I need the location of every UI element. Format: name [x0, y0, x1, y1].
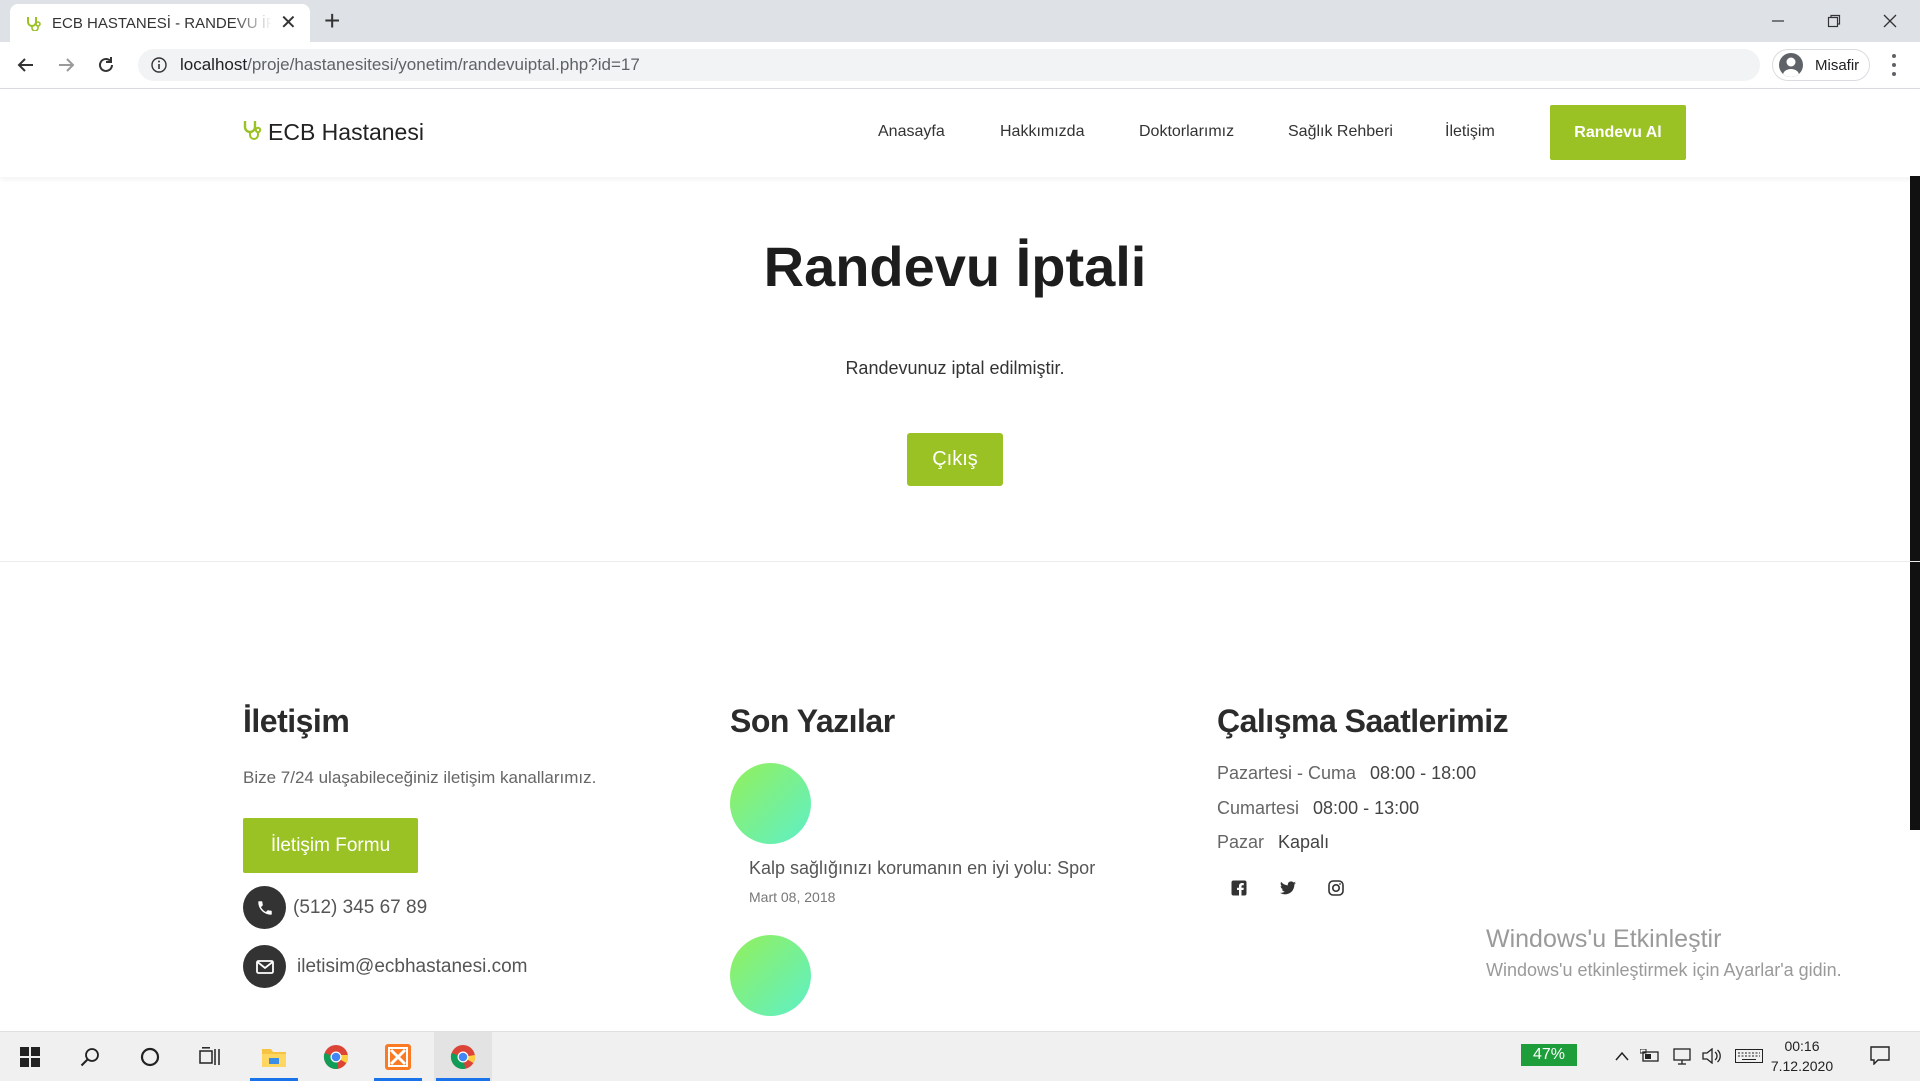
nav-anasayfa[interactable]: Anasayfa: [878, 123, 945, 141]
nav-hakkimizda[interactable]: Hakkımızda: [1000, 123, 1084, 141]
email-address[interactable]: iletisim@ecbhastanesi.com: [297, 956, 528, 978]
battery-meter[interactable]: 47%: [1521, 1044, 1577, 1066]
show-hidden-icons-icon[interactable]: [1612, 1046, 1632, 1066]
tab-title: ECB HASTANESİ - RANDEVU İPTALİ: [52, 14, 272, 32]
hours-day: Pazartesi - Cuma: [1217, 763, 1357, 783]
profile-label: Misafir: [1815, 56, 1860, 74]
stethoscope-icon: [242, 119, 262, 146]
keyboard-icon[interactable]: [1734, 1046, 1764, 1066]
exit-button[interactable]: Çıkış: [907, 433, 1003, 486]
randevu-al-button[interactable]: Randevu Al: [1550, 105, 1686, 160]
activation-watermark-title: Windows'u Etkinleştir: [1486, 925, 1722, 953]
hours-day: Cumartesi: [1217, 798, 1300, 818]
site-header: ECB Hastanesi Anasayfa Hakkımızda Doktor…: [0, 89, 1920, 177]
post-thumbnail[interactable]: [730, 935, 811, 1016]
browser-tab[interactable]: ECB HASTANESİ - RANDEVU İPTALİ ✕: [10, 4, 310, 42]
address-bar[interactable]: localhost/proje/hastanesitesi/yonetim/ra…: [138, 49, 1760, 81]
reload-icon[interactable]: [92, 51, 120, 79]
search-icon[interactable]: [64, 1032, 116, 1081]
url-path: /proje/hastanesitesi/yonetim/randevuipta…: [247, 55, 640, 74]
hours-time: 08:00 - 13:00: [1313, 798, 1420, 818]
minimize-icon[interactable]: [1750, 0, 1806, 42]
url-host: localhost: [180, 55, 248, 74]
twitter-icon[interactable]: [1278, 878, 1298, 898]
phone-icon: [243, 886, 286, 929]
restore-icon[interactable]: [1806, 0, 1862, 42]
browser-toolbar: localhost/proje/hastanesitesi/yonetim/ra…: [0, 42, 1920, 89]
facebook-icon[interactable]: [1229, 878, 1249, 898]
chrome-active-icon[interactable]: [434, 1032, 492, 1081]
right-edge-bar: [1910, 176, 1920, 830]
cortana-icon[interactable]: [124, 1032, 176, 1081]
contact-heading: İletişim: [243, 703, 350, 739]
post-title[interactable]: Kalp sağlığınızı korumanın en iyi yolu: …: [749, 858, 1095, 879]
chrome-icon[interactable]: [310, 1032, 362, 1081]
hours-heading: Çalışma Saatlerimiz: [1217, 703, 1509, 739]
window-close-icon[interactable]: [1862, 0, 1918, 42]
hours-row: Pazartesi - Cuma 08:00 - 18:00: [1217, 763, 1476, 784]
nav-iletisim[interactable]: İletişim: [1445, 123, 1495, 141]
guest-avatar-icon: [1779, 53, 1803, 77]
hours-row: Cumartesi 08:00 - 13:00: [1217, 798, 1419, 819]
hours-time: 08:00 - 18:00: [1370, 763, 1477, 783]
file-explorer-icon[interactable]: [248, 1032, 300, 1081]
cancel-message: Randevunuz iptal edilmiştir.: [845, 358, 1065, 378]
forward-arrow-icon[interactable]: [52, 51, 80, 79]
hours-time: Kapalı: [1278, 832, 1330, 852]
profile-button[interactable]: Misafir: [1772, 49, 1870, 81]
taskbar-clock[interactable]: 00:16 7.12.2020: [1762, 1036, 1842, 1076]
contact-description: Bize 7/24 ulaşabileceğiniz iletişim kana…: [243, 768, 597, 787]
contact-form-button[interactable]: İletişim Formu: [243, 818, 418, 873]
post-date: Mart 08, 2018: [749, 889, 836, 905]
phone-number[interactable]: (512) 345 67 89: [293, 897, 427, 919]
brand-name: ECB Hastanesi: [268, 119, 424, 145]
site-logo[interactable]: ECB Hastanesi: [242, 119, 424, 146]
windows-start-icon[interactable]: [4, 1032, 56, 1081]
battery-icon[interactable]: [1640, 1046, 1660, 1066]
nav-saglik-rehberi[interactable]: Sağlık Rehberi: [1288, 123, 1393, 141]
browser-menu-icon[interactable]: [1884, 54, 1904, 76]
network-icon[interactable]: [1672, 1046, 1692, 1066]
post-thumbnail[interactable]: [730, 763, 811, 844]
clock-time: 00:16: [1784, 1038, 1820, 1054]
windows-taskbar: 47% 00:16 7.12.2020: [0, 1031, 1920, 1081]
browser-titlebar: ECB HASTANESİ - RANDEVU İPTALİ ✕ +: [0, 0, 1920, 42]
volume-icon[interactable]: [1702, 1046, 1722, 1066]
new-tab-icon[interactable]: +: [324, 6, 340, 36]
notifications-icon[interactable]: [1870, 1045, 1890, 1065]
tab-close-icon[interactable]: ✕: [280, 13, 297, 33]
site-info-icon[interactable]: [150, 56, 168, 74]
instagram-icon[interactable]: [1326, 878, 1346, 898]
xampp-icon[interactable]: [372, 1032, 424, 1081]
hours-row: Pazar Kapalı: [1217, 832, 1329, 853]
activation-watermark-text: Windows'u etkinleştirmek için Ayarlar'a …: [1486, 960, 1842, 980]
section-divider: [0, 561, 1920, 562]
back-arrow-icon[interactable]: [12, 51, 40, 79]
stethoscope-favicon-icon: [24, 14, 42, 32]
task-view-icon[interactable]: [184, 1032, 236, 1081]
hours-day: Pazar: [1217, 832, 1265, 852]
page-title: Randevu İptali: [763, 235, 1147, 298]
nav-doktorlarimiz[interactable]: Doktorlarımız: [1139, 123, 1234, 141]
envelope-icon: [243, 945, 286, 988]
url-text: localhost/proje/hastanesitesi/yonetim/ra…: [180, 55, 640, 75]
clock-date: 7.12.2020: [1770, 1058, 1834, 1074]
posts-heading: Son Yazılar: [730, 703, 895, 739]
